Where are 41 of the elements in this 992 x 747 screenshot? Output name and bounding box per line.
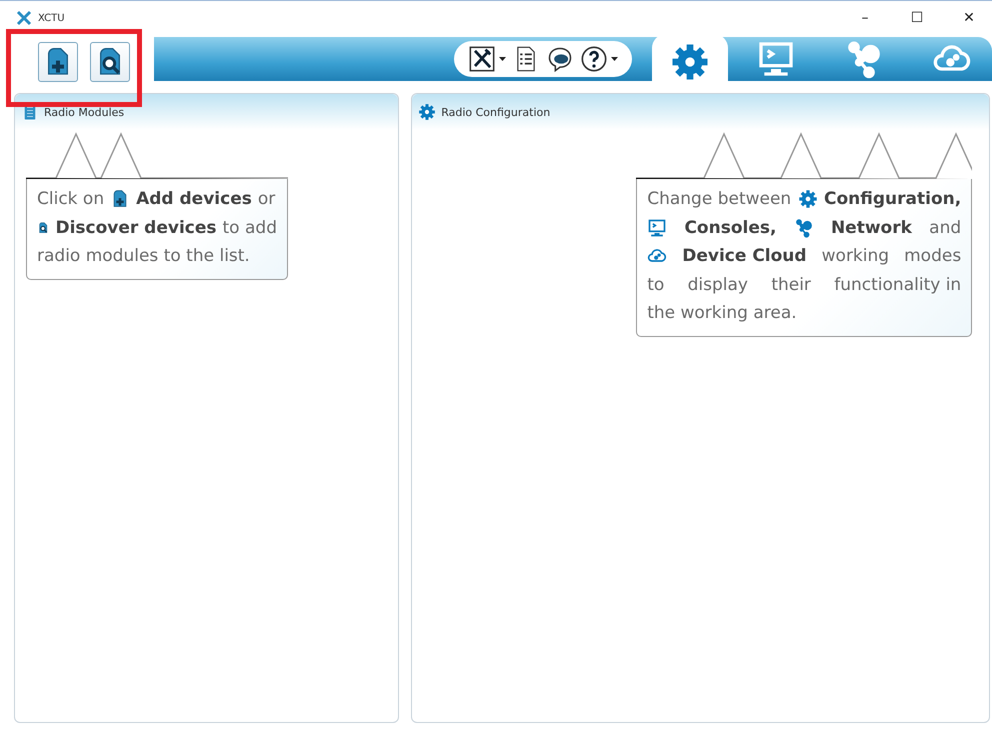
callout-text: Change between — [647, 189, 792, 210]
monitor-icon — [647, 218, 668, 238]
chat-icon — [546, 45, 574, 73]
gear-icon — [798, 189, 818, 210]
discover-device-button[interactable] — [90, 42, 130, 82]
callout-text: Consoles, — [684, 218, 776, 238]
window-control-button[interactable]: – — [842, 3, 888, 33]
panel-title: Radio Configuration — [441, 106, 550, 118]
gear-icon — [418, 103, 436, 121]
callout-text: functionality in — [834, 274, 962, 295]
callout-text: Click on — [37, 189, 104, 210]
app-logo-icon — [16, 10, 32, 26]
window-title: XCTU — [38, 12, 66, 24]
callout-text: and — [929, 218, 962, 238]
callout-text: the working area. — [647, 303, 797, 324]
callout-text: to — [647, 274, 664, 295]
add-device-button[interactable] — [38, 42, 78, 82]
callout-text: Network — [830, 218, 912, 238]
callout-text: their — [771, 274, 811, 295]
network-icon — [794, 218, 814, 238]
callout-text: Discover devices — [55, 218, 217, 238]
help-icon — [580, 45, 608, 73]
callout-text: Device Cloud — [682, 246, 807, 266]
window-control-button[interactable]: ✕ — [946, 3, 992, 33]
gear-icon — [670, 42, 710, 82]
panel-title: Radio Modules — [44, 106, 124, 118]
tool-button[interactable] — [580, 45, 618, 73]
tool-button[interactable] — [546, 45, 574, 73]
callout-text: or — [258, 189, 276, 210]
callout-text: radio modules to the list. — [37, 246, 250, 266]
tool-button[interactable] — [468, 45, 506, 73]
window-control-button[interactable]: ☐ — [894, 3, 940, 33]
tools-icon — [468, 45, 496, 73]
callout-text: Add devices — [136, 189, 252, 210]
callout-text: modes — [904, 246, 962, 266]
callout-text: Configuration, — [824, 189, 962, 210]
caret-icon — [611, 57, 618, 61]
callout-text: display — [688, 274, 748, 295]
callout-text: to add — [222, 218, 277, 238]
callout-text: working — [822, 246, 890, 266]
caret-icon — [499, 57, 506, 61]
